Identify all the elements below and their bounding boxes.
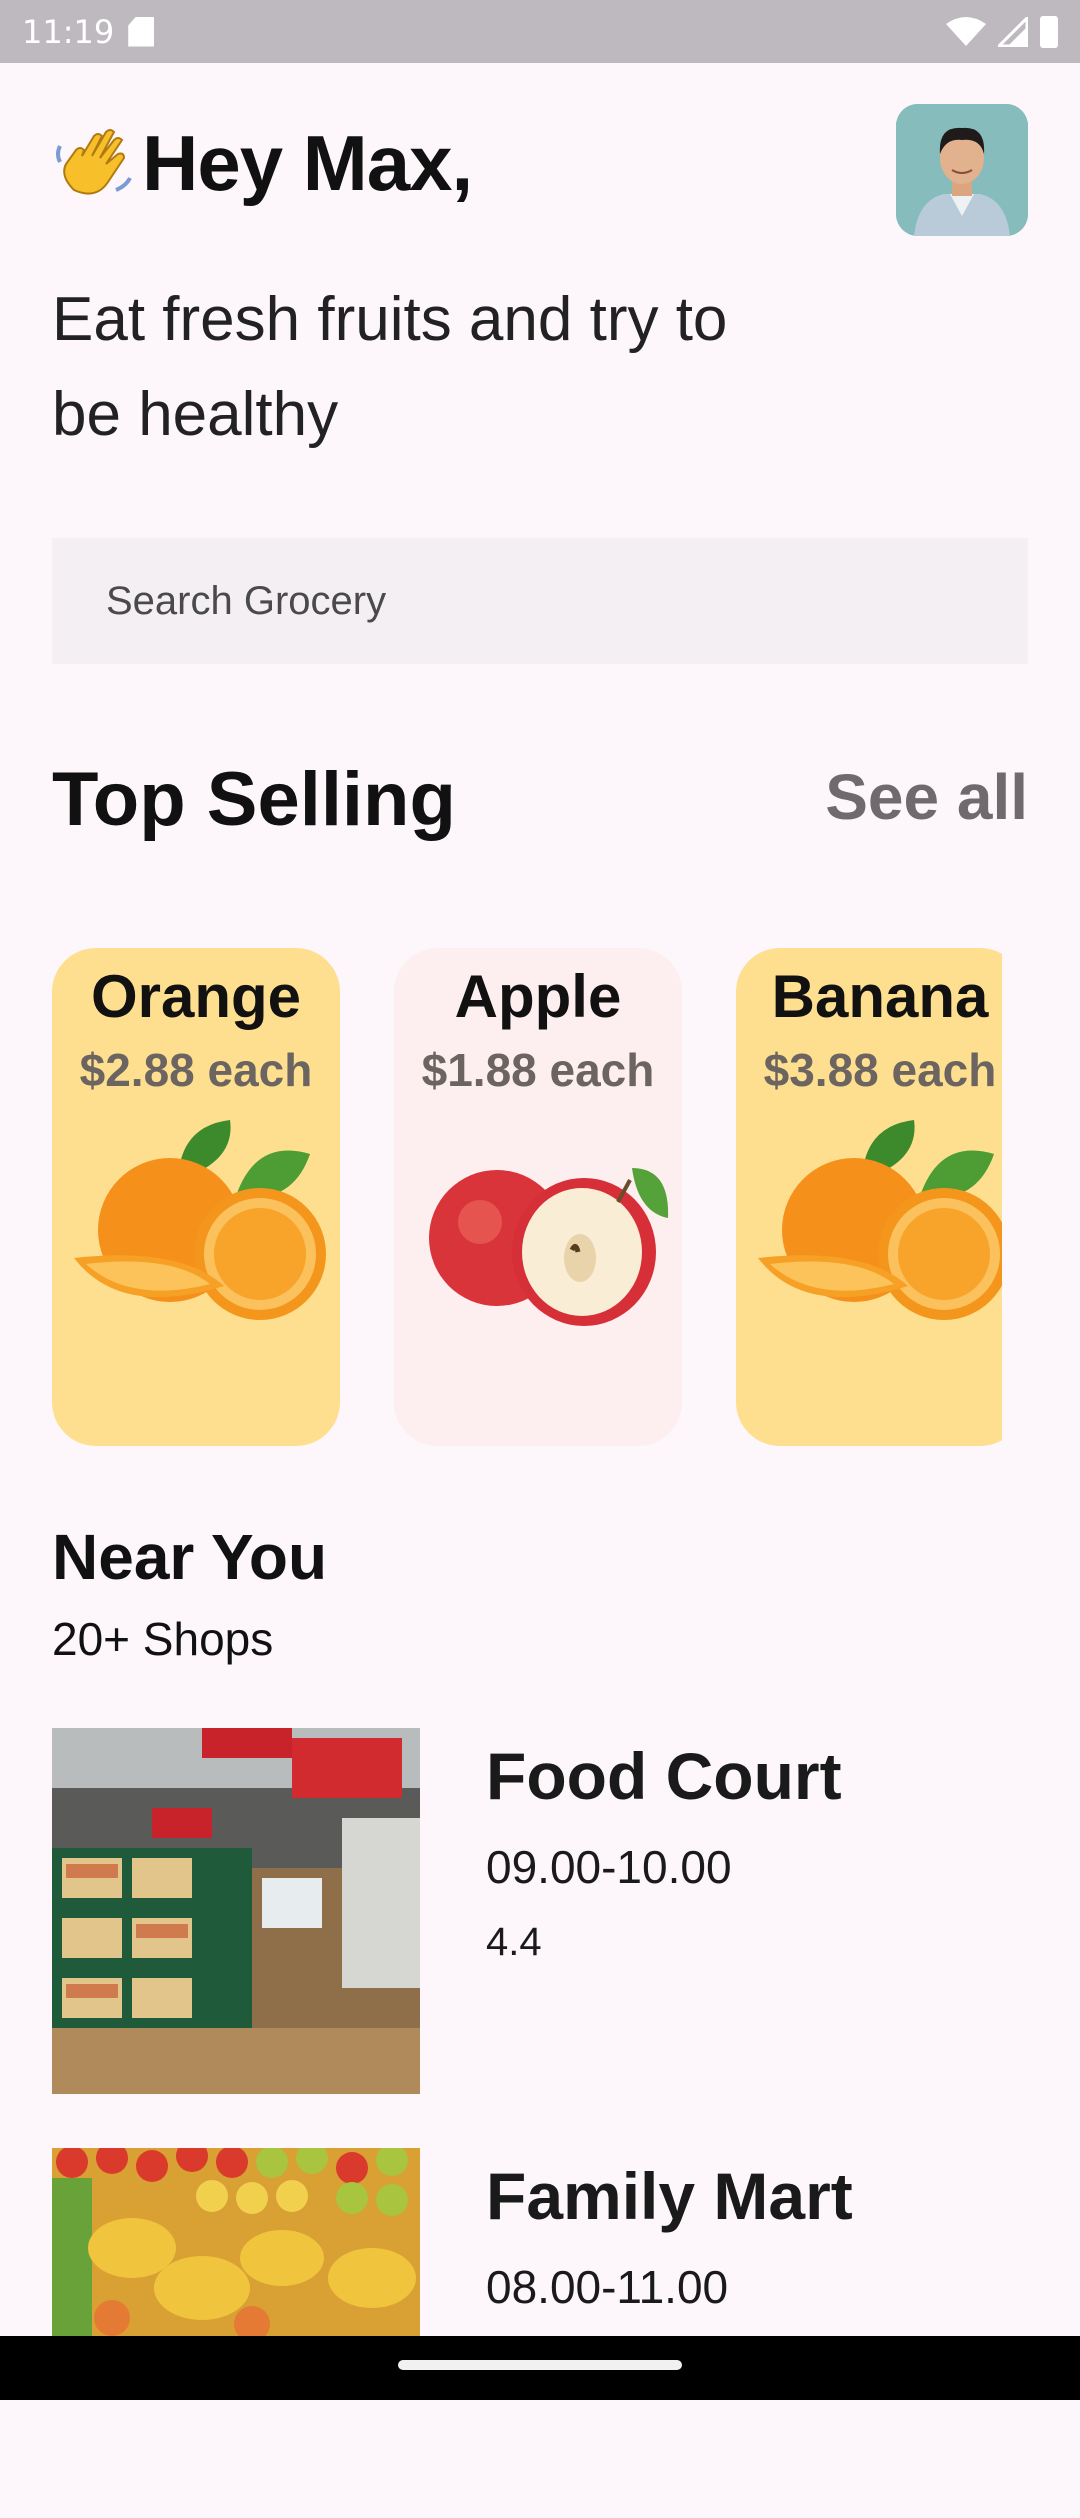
shop-image (52, 1728, 420, 2094)
product-card-apple[interactable]: Apple $1.88 each (394, 948, 682, 1446)
shop-hours: 08.00-11.00 (486, 2261, 729, 2313)
waving-hand-icon (56, 129, 132, 195)
sd-card-icon (128, 16, 155, 47)
banana-image (758, 1120, 1002, 1320)
shop-item-food-court[interactable]: Food Court 09.00-10.00 4.4 (52, 1728, 1028, 2098)
home-gesture-handle[interactable] (398, 2360, 682, 2370)
product-card-banana[interactable]: Banana $3.88 each (736, 948, 1002, 1446)
near-you-title: Near You (52, 1521, 328, 1593)
status-bar: 11:19 (0, 0, 1080, 63)
apple-image (429, 1168, 669, 1326)
product-name: Orange (90, 963, 302, 1030)
subtitle: Eat fresh fruits and try to be healthy (52, 285, 728, 449)
signal-icon (998, 16, 1028, 47)
greeting-title: Hey Max, (142, 119, 473, 207)
product-price: $2.88 each (79, 1044, 313, 1096)
shop-hours: 09.00-10.00 (486, 1841, 732, 1893)
see-all-link[interactable]: See all (825, 760, 1028, 834)
search-input[interactable] (106, 578, 1028, 624)
section-title: Top Selling (52, 757, 456, 842)
product-price: $1.88 each (421, 1044, 655, 1096)
orange-image (74, 1120, 326, 1320)
status-time: 11:19 (22, 12, 115, 51)
search-box[interactable] (52, 538, 1028, 664)
wifi-icon (946, 16, 986, 46)
product-name: Apple (454, 963, 622, 1030)
top-selling-header: Top Selling See all (52, 752, 1028, 852)
header: Hey Max, (52, 104, 1028, 236)
system-nav-bar (0, 2336, 1080, 2400)
product-card-orange[interactable]: Orange $2.88 each (52, 948, 340, 1446)
product-name: Banana (771, 963, 989, 1030)
battery-icon (1040, 15, 1058, 48)
shop-name: Food Court (486, 1739, 842, 1813)
avatar-image (896, 104, 1028, 236)
product-price: $3.88 each (763, 1044, 997, 1096)
top-selling-carousel[interactable]: Orange $2.88 each Apple $1.88 each Banan… (52, 948, 1002, 1446)
shop-name: Family Mart (486, 2159, 853, 2233)
shop-image (52, 2148, 420, 2336)
shop-rating: 4.4 (486, 1920, 542, 1964)
avatar[interactable] (896, 104, 1028, 236)
near-you-subtitle: 20+ Shops (52, 1613, 274, 1665)
shop-item-family-mart[interactable]: Family Mart 08.00-11.00 (52, 2148, 1028, 2518)
